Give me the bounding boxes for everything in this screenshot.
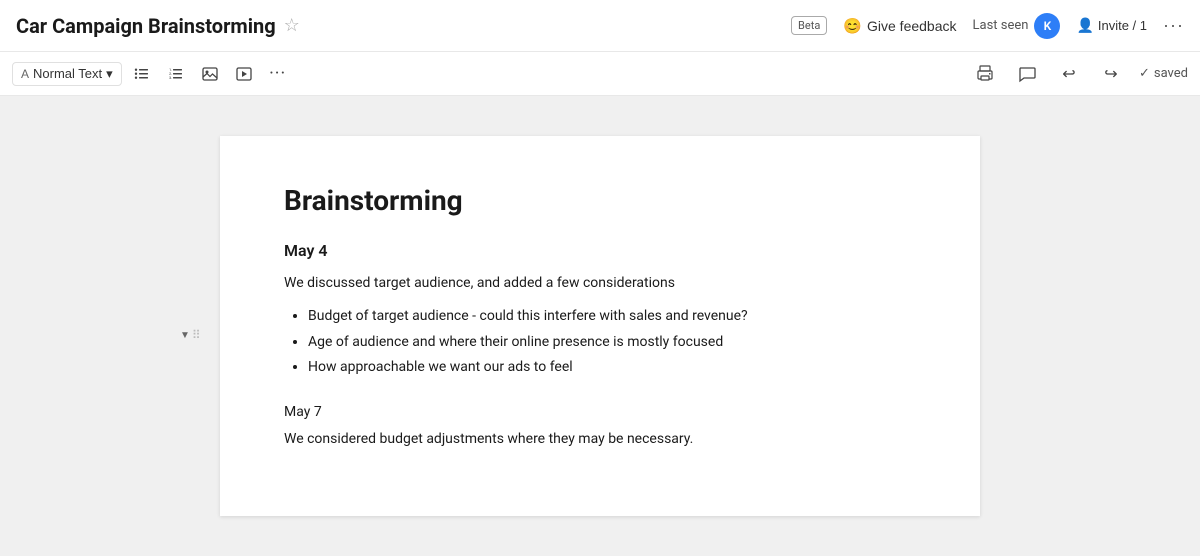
feedback-icon: 😊 — [843, 17, 862, 35]
image-button[interactable] — [196, 60, 224, 88]
bullet-list: Budget of target audience - could this i… — [308, 304, 916, 380]
feedback-label: Give feedback — [867, 18, 957, 34]
svg-text:3.: 3. — [169, 75, 172, 80]
image-icon — [202, 66, 218, 82]
section-1-intro: We discussed target audience, and added … — [284, 272, 916, 294]
section-1: May 4 We discussed target audience, and … — [284, 241, 916, 380]
toolbar-right: ↩ ↪ ✓ saved — [971, 60, 1188, 88]
text-style-label: Normal Text — [33, 66, 102, 81]
print-button[interactable] — [971, 60, 999, 88]
section-1-date: May 4 — [284, 241, 916, 260]
section-2-date: May 7 — [284, 404, 916, 420]
list-item: How approachable we want our ads to feel — [308, 355, 916, 380]
header: Car Campaign Brainstorming ☆ Beta 😊 Give… — [0, 0, 1200, 52]
invite-button[interactable]: 👤 Invite / 1 — [1076, 17, 1147, 34]
undo-button[interactable]: ↩ — [1055, 60, 1083, 88]
feedback-button[interactable]: 😊 Give feedback — [843, 17, 956, 35]
beta-badge: Beta — [791, 16, 827, 35]
saved-check-icon: ✓ — [1139, 66, 1150, 81]
ordered-list-icon: 1. 2. 3. — [168, 66, 184, 82]
embed-icon — [236, 66, 252, 82]
document-heading: Brainstorming — [284, 184, 916, 217]
collapse-arrow-icon[interactable]: ▼ — [180, 330, 190, 341]
header-left: Car Campaign Brainstorming ☆ — [16, 14, 300, 38]
redo-button[interactable]: ↪ — [1097, 60, 1125, 88]
chevron-down-icon: ▾ — [106, 66, 113, 82]
invite-label: Invite / 1 — [1098, 18, 1147, 33]
list-icon — [134, 66, 150, 82]
document-title: Car Campaign Brainstorming — [16, 14, 276, 38]
list-item: Budget of target audience - could this i… — [308, 304, 916, 329]
text-style-dropdown[interactable]: A Normal Text ▾ — [12, 62, 122, 86]
last-seen-section: Last seen K — [973, 13, 1061, 39]
avatar: K — [1034, 13, 1060, 39]
last-seen-label: Last seen — [973, 18, 1029, 33]
main-content: ▼ ⠿ Brainstorming May 4 We discussed tar… — [0, 96, 1200, 556]
toolbar: A Normal Text ▾ 1. 2. 3. — [0, 52, 1200, 96]
invite-icon: 👤 — [1076, 17, 1093, 34]
saved-label-text: saved — [1154, 66, 1188, 81]
print-icon — [976, 65, 994, 83]
list-item: Age of audience and where their online p… — [308, 330, 916, 355]
saved-status: ✓ saved — [1139, 66, 1188, 81]
bullet-list-button[interactable] — [128, 60, 156, 88]
document-container: ▼ ⠿ Brainstorming May 4 We discussed tar… — [220, 136, 980, 516]
embed-button[interactable] — [230, 60, 258, 88]
section-2-text: We considered budget adjustments where t… — [284, 428, 916, 450]
row-controls: ▼ ⠿ — [180, 328, 201, 342]
text-style-icon: A — [21, 67, 29, 81]
section-2: May 7 We considered budget adjustments w… — [284, 404, 916, 450]
header-right: Beta 😊 Give feedback Last seen K 👤 Invit… — [791, 13, 1184, 39]
comment-button[interactable] — [1013, 60, 1041, 88]
comment-icon — [1018, 65, 1036, 83]
ordered-list-button[interactable]: 1. 2. 3. — [162, 60, 190, 88]
document-paper: Brainstorming May 4 We discussed target … — [220, 136, 980, 516]
toolbar-left: A Normal Text ▾ 1. 2. 3. — [12, 60, 292, 88]
toolbar-more-button[interactable]: ··· — [264, 60, 292, 88]
drag-handle-icon[interactable]: ⠿ — [192, 328, 201, 342]
star-icon[interactable]: ☆ — [284, 15, 300, 36]
header-more-button[interactable]: ··· — [1163, 15, 1184, 36]
